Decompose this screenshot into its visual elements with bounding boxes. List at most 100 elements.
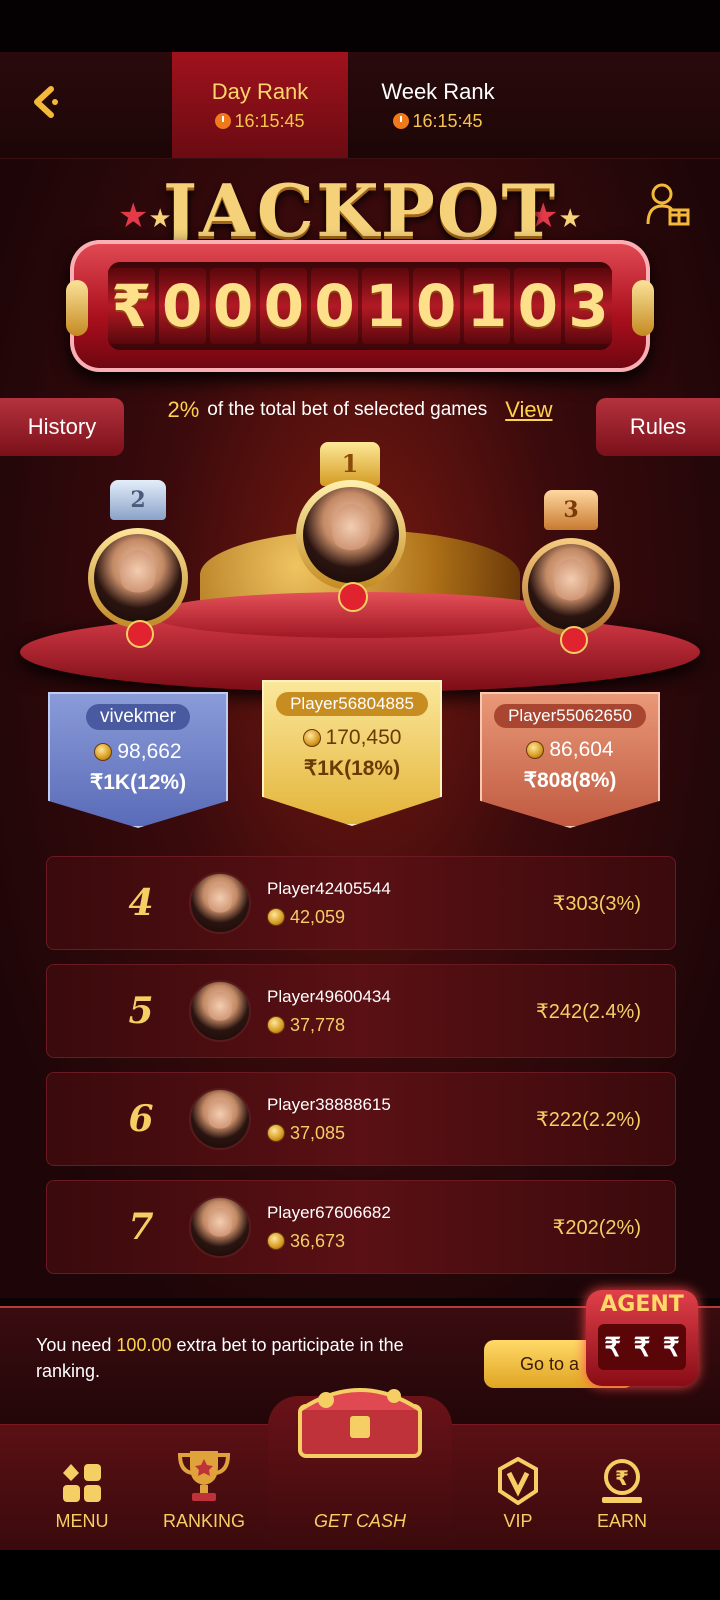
podium-rank-2: 2 [66, 470, 210, 650]
score-value: 36,673 [290, 1230, 346, 1251]
list-item[interactable]: 7 Player67606682 36,673 ₹202(2%) [46, 1180, 676, 1274]
player-score: 36,673 [267, 1231, 391, 1252]
jackpot-info-text: of the total bet of selected games [207, 399, 488, 420]
podium-card-rank-3: Player55062650 86,604 ₹808(8%) [480, 692, 660, 828]
jackpot-knob-right [632, 280, 654, 336]
player-score: 42,059 [267, 907, 391, 928]
message-text: You need [36, 1335, 117, 1355]
avatar [528, 544, 614, 630]
trophy-icon [177, 1451, 231, 1501]
list-item[interactable]: 5 Player49600434 37,778 ₹242(2.4%) [46, 964, 676, 1058]
silver-crown-icon: 2 [110, 480, 166, 520]
menu-grid-icon [63, 1464, 101, 1502]
avatar [189, 980, 251, 1042]
status-area [0, 0, 720, 52]
avatar-frame [522, 538, 620, 636]
list-item[interactable]: 4 Player42405544 42,059 ₹303(3%) [46, 856, 676, 950]
nav-earn[interactable]: ₹ EARN [562, 1430, 682, 1542]
player-prize: ₹222(2.2%) [536, 1108, 641, 1131]
jackpot-digit: 0 [514, 268, 562, 344]
player-info: Player67606682 36,673 [267, 1203, 391, 1252]
player-prize: ₹1K(18%) [303, 757, 401, 780]
nav-label: MENU [55, 1511, 109, 1531]
player-name: vivekmer [85, 704, 190, 730]
avatar [189, 1088, 251, 1150]
nav-ranking[interactable]: RANKING [144, 1430, 264, 1542]
player-prize: ₹808(8%) [523, 769, 617, 792]
jackpot-title: JACKPOT [162, 168, 558, 253]
nav-vip[interactable]: VIP [458, 1430, 578, 1542]
coin-icon [267, 1232, 285, 1250]
podium-card-rank-2: vivekmer 98,662 ₹1K(12%) [48, 692, 228, 828]
back-arrow-icon [34, 86, 58, 118]
nav-get-cash[interactable]: GET CASH [300, 1430, 420, 1542]
player-score: 98,662 [94, 740, 182, 764]
tab-label: Day Rank [211, 78, 309, 104]
jackpot-digit: 0 [158, 268, 206, 344]
list-item[interactable]: 6 Player38888615 37,085 ₹222(2.2%) [46, 1072, 676, 1166]
nav-menu[interactable]: MENU [22, 1430, 142, 1542]
gem-icon [338, 582, 368, 612]
avatar-frame [296, 480, 406, 590]
jackpot-digit: 0 [311, 268, 358, 344]
player-name: Player38888615 [267, 1094, 391, 1114]
avatar [94, 534, 182, 622]
rank-number: 4 [128, 882, 154, 924]
coin-icon [526, 741, 545, 759]
avatar [303, 487, 399, 583]
svg-text:₹: ₹ [615, 1466, 629, 1490]
tab-label: Week Rank [381, 78, 495, 104]
jackpot-currency: ₹ [108, 268, 155, 344]
coin-icon [302, 729, 321, 747]
bronze-crown-icon: 3 [544, 490, 598, 530]
countdown-text: 16:15:45 [412, 110, 483, 131]
score-value: 37,085 [290, 1122, 346, 1143]
rules-button[interactable]: Rules [596, 398, 720, 456]
score-value: 98,662 [117, 740, 182, 763]
score-value: 42,059 [290, 906, 346, 927]
agent-slot: ₹ ₹ ₹ [598, 1324, 686, 1370]
rupee-icon: ₹ [663, 1331, 680, 1362]
avatar [189, 1196, 251, 1258]
player-prize: ₹303(3%) [552, 892, 641, 915]
player-name: Player55062650 [494, 704, 646, 728]
required-amount: 100.00 [116, 1335, 172, 1355]
player-score: 170,450 [302, 726, 401, 750]
podium-rank-3: 3 [504, 480, 640, 656]
coin-icon [267, 1124, 285, 1142]
agent-label: AGENT [600, 1292, 684, 1317]
clock-icon [393, 113, 410, 129]
countdown: 16:15:45 [393, 110, 483, 132]
jackpot-knob-left [66, 280, 88, 336]
countdown: 16:15:45 [215, 111, 305, 132]
jackpot-digit: 3 [565, 268, 612, 344]
tab-day-rank[interactable]: Day Rank 16:15:45 [172, 52, 348, 158]
player-prize: ₹202(2%) [552, 1216, 641, 1239]
rank-number: 5 [128, 990, 154, 1032]
jackpot-digit: 1 [362, 268, 409, 344]
rupee-icon: ₹ [633, 1331, 651, 1362]
avatar [189, 872, 251, 934]
system-nav-bar [0, 1550, 720, 1600]
player-name: Player67606682 [267, 1202, 391, 1222]
player-info: Player42405544 42,059 [267, 879, 391, 928]
agent-gift-button[interactable] [644, 180, 694, 235]
nav-label: EARN [596, 1511, 647, 1531]
jackpot-counter: ₹ 0 0 0 0 1 0 1 0 3 [108, 262, 612, 350]
vip-badge-icon [498, 1457, 538, 1505]
jackpot-digit: 0 [260, 268, 308, 344]
podium-rank-1: 1 [258, 430, 442, 620]
view-link[interactable]: View [505, 397, 552, 423]
player-prize: ₹242(2.4%) [536, 1000, 641, 1023]
player-name: Player56804885 [276, 692, 428, 716]
player-score: 37,085 [267, 1123, 391, 1144]
rank-number: 7 [128, 1206, 154, 1248]
tab-week-rank[interactable]: Week Rank 16:15:45 [350, 52, 526, 158]
rupee-icon: ₹ [604, 1331, 621, 1362]
back-button[interactable] [26, 82, 66, 122]
player-prize: ₹1K(12%) [89, 771, 187, 794]
jackpot-digit: 0 [209, 268, 257, 344]
history-button[interactable]: History [0, 398, 124, 456]
coin-icon [267, 908, 285, 926]
earn-rupee-icon: ₹ [602, 1459, 642, 1503]
